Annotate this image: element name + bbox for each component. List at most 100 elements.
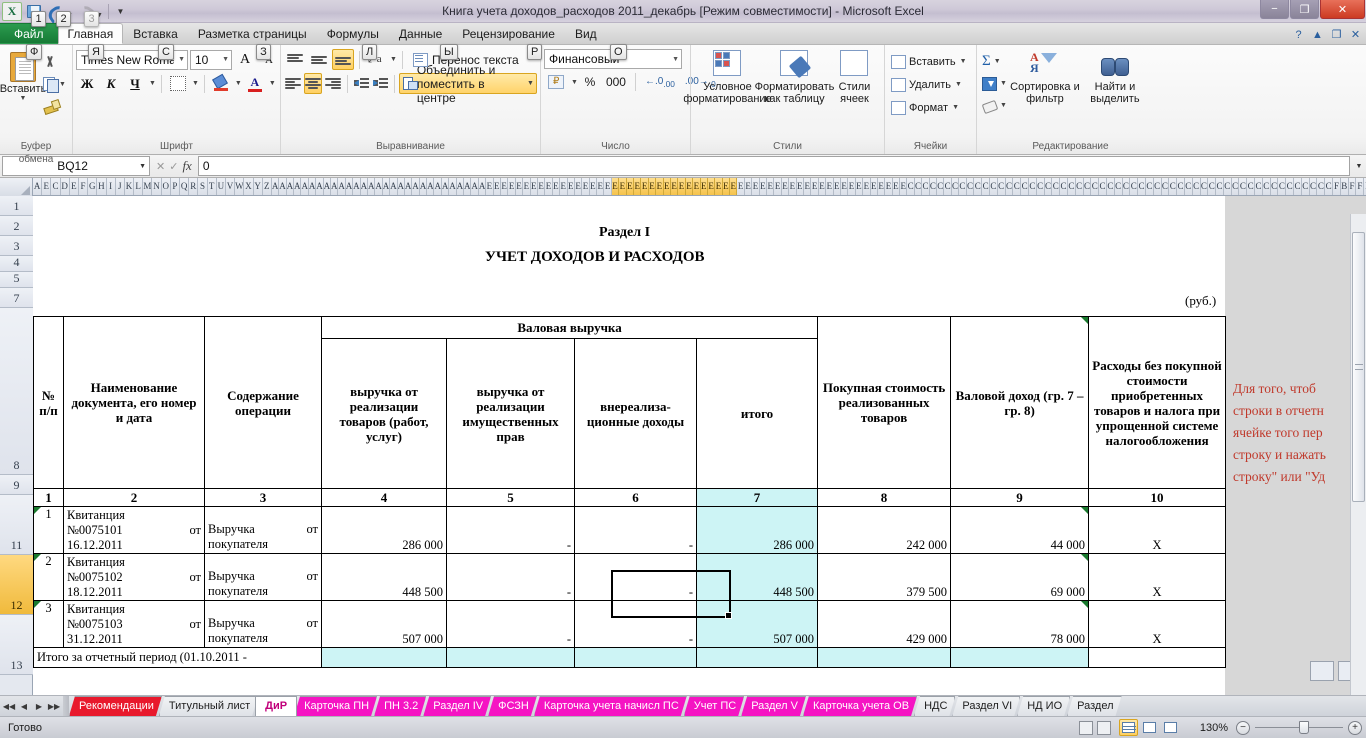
italic-button[interactable]: К	[100, 73, 122, 94]
column-header[interactable]: A	[271, 178, 280, 195]
column-header[interactable]: C	[989, 178, 998, 195]
column-header[interactable]: E	[870, 178, 878, 195]
column-header[interactable]: E	[545, 178, 553, 195]
column-header[interactable]: E	[500, 178, 509, 195]
currency-format-button[interactable]	[544, 72, 568, 92]
format-painter-button[interactable]	[43, 96, 69, 116]
column-header[interactable]: A	[478, 178, 487, 195]
column-header[interactable]: E	[840, 178, 849, 195]
table-row[interactable]: 3 Квитанция №0075103 от 31.12.2011 Выручк…	[33, 600, 1227, 648]
column-header[interactable]: Z	[262, 178, 272, 195]
fill-button[interactable]: ▼	[980, 73, 1009, 94]
column-header[interactable]: C	[959, 178, 967, 195]
sheet-tab[interactable]: ПН 3.2	[374, 696, 426, 716]
column-header[interactable]: E	[700, 178, 708, 195]
align-top-button[interactable]	[284, 49, 306, 70]
column-header[interactable]: C	[1177, 178, 1185, 195]
column-header[interactable]: E	[715, 178, 723, 195]
find-and-select-button[interactable]: Найти и выделить	[1081, 49, 1149, 105]
column-header[interactable]: B	[1340, 178, 1349, 195]
zoom-slider[interactable]	[1255, 721, 1343, 734]
column-header[interactable]: C	[1021, 178, 1029, 195]
column-header[interactable]: C	[944, 178, 952, 195]
column-header[interactable]: C	[1247, 178, 1256, 195]
tab-file[interactable]: Файл	[0, 23, 58, 44]
row-nonsales[interactable]: -	[574, 553, 697, 601]
column-header[interactable]: E	[486, 178, 494, 195]
tab-review[interactable]: Рецензирование	[452, 23, 565, 44]
zoom-level[interactable]: 130%	[1188, 722, 1228, 734]
paste-dropdown-icon[interactable]: ▼	[20, 95, 27, 102]
row-header-8[interactable]: 8	[0, 308, 33, 475]
column-header[interactable]: I	[106, 178, 116, 195]
column-header[interactable]: C	[1060, 178, 1068, 195]
column-header[interactable]: P	[170, 178, 180, 195]
column-header[interactable]: F	[1348, 178, 1357, 195]
column-header[interactable]: C	[1075, 178, 1084, 195]
column-header[interactable]: A	[353, 178, 361, 195]
column-header[interactable]: C	[1036, 178, 1045, 195]
column-header[interactable]: A	[382, 178, 391, 195]
borders-button[interactable]	[167, 73, 189, 94]
select-all-corner[interactable]	[0, 178, 33, 196]
column-header[interactable]: C	[929, 178, 938, 195]
column-header[interactable]: E	[804, 178, 812, 195]
column-header[interactable]: E	[508, 178, 516, 195]
column-header[interactable]: E	[69, 178, 79, 195]
column-header[interactable]: E	[848, 178, 856, 195]
column-header[interactable]: E	[604, 178, 612, 195]
column-header[interactable]: C	[1130, 178, 1139, 195]
bold-button[interactable]: Ж	[76, 73, 98, 94]
column-header[interactable]: C	[1239, 178, 1248, 195]
chevron-down-icon[interactable]: ▼	[994, 58, 1001, 65]
column-header[interactable]: A	[301, 178, 309, 195]
excel-logo-icon[interactable]: X	[2, 1, 22, 21]
column-header[interactable]: C	[1067, 178, 1076, 195]
column-header[interactable]: C	[1208, 178, 1217, 195]
close-document-icon[interactable]: ✕	[1348, 27, 1363, 42]
table-footer-row[interactable]: Итого за отчетный период (01.10.2011 -	[33, 647, 1227, 668]
sheet-tab[interactable]: Раздел	[1067, 696, 1121, 716]
column-header[interactable]: F	[1333, 178, 1341, 195]
column-header[interactable]: C	[1301, 178, 1310, 195]
clear-button[interactable]: ▼	[980, 95, 1009, 116]
column-header[interactable]: C	[1223, 178, 1232, 195]
column-header[interactable]: E	[737, 178, 745, 195]
scroll-button-left-icon[interactable]	[1310, 661, 1334, 681]
column-header[interactable]: C	[1231, 178, 1240, 195]
sheet-tab[interactable]: Раздел VI	[952, 696, 1020, 716]
chevron-down-icon[interactable]: ▼	[952, 104, 959, 111]
row-header-9[interactable]: 9	[0, 475, 33, 495]
sheet-tab[interactable]: НД ИО	[1017, 696, 1070, 716]
sheet-tab[interactable]: Карточка учета начисл ПС	[534, 696, 687, 716]
row-header-11[interactable]: 11	[0, 495, 33, 555]
column-header[interactable]: A	[471, 178, 479, 195]
chevron-down-icon[interactable]: ▼	[218, 56, 229, 63]
font-color-button[interactable]: A	[244, 73, 266, 94]
column-header[interactable]: A	[286, 178, 295, 195]
column-header[interactable]: E	[530, 178, 538, 195]
column-header[interactable]: N	[152, 178, 162, 195]
column-header[interactable]: A	[449, 178, 457, 195]
conditional-formatting-button[interactable]: Условное форматирование	[683, 49, 772, 105]
enter-icon[interactable]: ✓	[169, 160, 178, 173]
column-header[interactable]: C	[1013, 178, 1022, 195]
column-header[interactable]: C	[1122, 178, 1131, 195]
first-sheet-button[interactable]: ◀◀	[2, 698, 16, 715]
column-header[interactable]: E	[656, 178, 664, 195]
autosum-button[interactable]: Σ ▼	[980, 51, 1009, 72]
previous-sheet-button[interactable]: ◀	[17, 698, 31, 715]
column-header[interactable]: X	[244, 178, 254, 195]
copy-button[interactable]: ▼	[43, 74, 69, 94]
tab-insert[interactable]: Вставка	[123, 23, 188, 44]
column-header[interactable]: E	[515, 178, 524, 195]
column-header[interactable]: E	[877, 178, 886, 195]
column-header[interactable]: C	[1184, 178, 1193, 195]
column-header[interactable]: E	[774, 178, 782, 195]
column-header[interactable]: E	[863, 178, 871, 195]
column-header[interactable]: C	[1325, 178, 1334, 195]
column-header[interactable]: E	[619, 178, 627, 195]
column-header[interactable]: C	[1309, 178, 1318, 195]
sheet-tab[interactable]: Раздел IV	[423, 696, 491, 716]
column-header[interactable]: E	[582, 178, 590, 195]
